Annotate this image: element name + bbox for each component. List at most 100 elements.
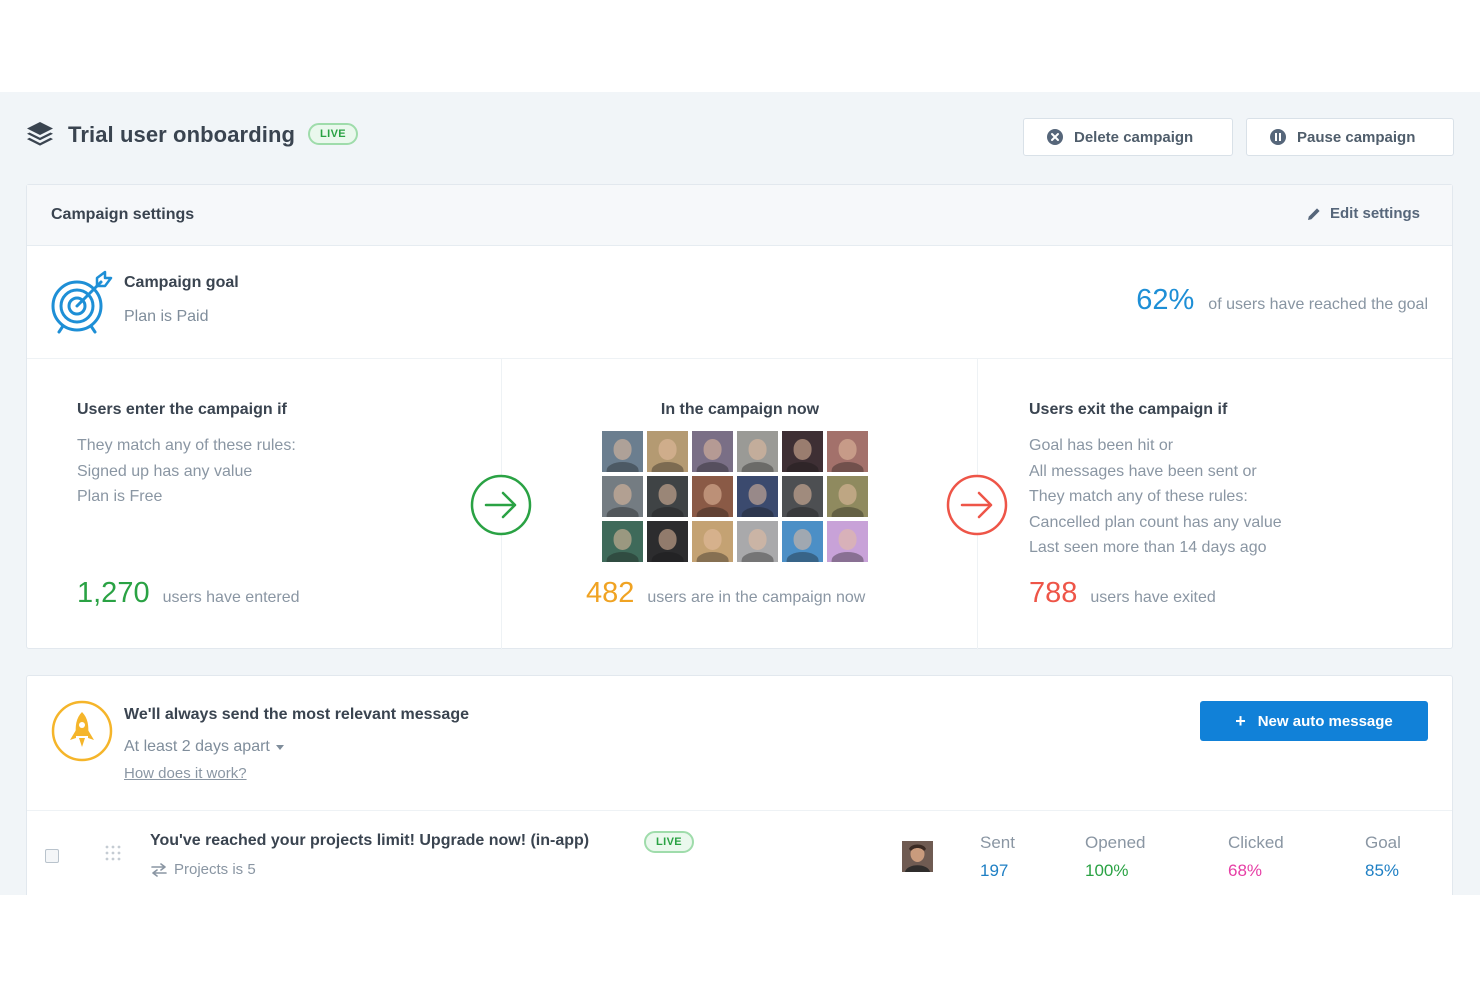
user-avatar[interactable]: [827, 521, 868, 562]
edit-settings-label: Edit settings: [1329, 205, 1420, 222]
enter-rule: They match any of these rules:: [77, 437, 296, 454]
close-circle-icon: [1047, 129, 1063, 145]
user-avatar[interactable]: [737, 521, 778, 562]
exited-text: users have exited: [1090, 589, 1216, 606]
metric-sent: Sent 197: [980, 833, 1015, 881]
metric-goal: Goal 85%: [1365, 833, 1401, 881]
campaign-goal-title: Campaign goal: [124, 274, 239, 291]
enter-rule: Plan is Free: [77, 488, 163, 505]
exit-title: Users exit the campaign if: [1029, 401, 1228, 418]
user-avatar[interactable]: [602, 476, 643, 517]
enter-title: Users enter the campaign if: [77, 401, 287, 418]
exit-rule: Cancelled plan count has any value: [1029, 513, 1282, 531]
entered-count: 1,270: [77, 577, 150, 609]
user-avatar[interactable]: [782, 431, 823, 472]
campaign-goal-row: Campaign goal Plan is Paid 62% of users …: [27, 246, 1452, 359]
pause-campaign-label: Pause campaign: [1297, 128, 1416, 146]
user-avatar[interactable]: [737, 476, 778, 517]
swap-arrows-icon: [151, 862, 167, 877]
entered-stat: 1,270 users have entered: [77, 577, 300, 610]
user-avatar[interactable]: [692, 521, 733, 562]
metric-value: 197: [980, 861, 1009, 880]
user-avatar-grid: [602, 431, 874, 562]
metric-opened: Opened 100%: [1085, 833, 1146, 881]
in-campaign-title: In the campaign now: [660, 401, 820, 418]
user-avatar[interactable]: [827, 476, 868, 517]
pause-circle-icon: [1270, 129, 1286, 145]
enter-column: Users enter the campaign if They match a…: [27, 359, 502, 650]
metric-label: Goal: [1365, 833, 1401, 852]
metric-label: Sent: [980, 833, 1015, 852]
exit-rule: They match any of these rules:: [1029, 488, 1248, 505]
delete-campaign-label: Delete campaign: [1074, 128, 1194, 146]
delete-campaign-button[interactable]: Delete campaign: [1023, 118, 1233, 156]
in-campaign-count: 482: [586, 577, 635, 609]
campaign-flow: Users enter the campaign if They match a…: [27, 359, 1452, 650]
user-avatar[interactable]: [827, 431, 868, 472]
user-avatar[interactable]: [782, 521, 823, 562]
goal-reached-text: of users have reached the goal: [1208, 296, 1428, 313]
campaign-settings-title: Campaign settings: [51, 206, 195, 223]
metric-value: 100%: [1085, 861, 1129, 880]
user-avatar[interactable]: [647, 521, 688, 562]
message-row-checkbox[interactable]: [45, 849, 59, 863]
campaign-goal-value: Plan is Paid: [124, 308, 209, 325]
enter-rule: Signed up has any value: [77, 462, 253, 480]
metric-label: Opened: [1085, 833, 1146, 852]
pause-campaign-button[interactable]: Pause campaign: [1246, 118, 1454, 156]
user-avatar[interactable]: [692, 476, 733, 517]
user-avatar[interactable]: [782, 476, 823, 517]
exit-rules: Goal has been hit or All messages have b…: [1029, 433, 1282, 561]
campaign-settings-header: Campaign settings Edit settings: [27, 185, 1452, 246]
rocket-icon: [51, 700, 113, 762]
in-campaign-column: In the campaign now 482 users are in the…: [502, 359, 978, 650]
goal-reached-stat: 62% of users have reached the goal: [1136, 284, 1428, 317]
author-avatar: [902, 841, 933, 872]
drag-handle-icon[interactable]: [104, 844, 122, 862]
exited-stat: 788 users have exited: [1029, 577, 1216, 610]
caret-down-icon: [275, 744, 284, 750]
auto-messages-title: We'll always send the most relevant mess…: [124, 706, 469, 723]
status-badge: LIVE: [308, 123, 359, 145]
plus-icon: +: [1235, 711, 1246, 731]
user-avatar[interactable]: [602, 431, 643, 472]
exit-rule: Goal has been hit or: [1029, 437, 1174, 454]
entered-text: users have entered: [162, 589, 300, 606]
exit-column: Users exit the campaign if Goal has been…: [978, 359, 1454, 650]
how-does-it-work-link[interactable]: How does it work?: [124, 765, 247, 782]
exit-rule: Last seen more than 14 days ago: [1029, 539, 1267, 556]
message-rule: Projects is 5: [150, 861, 256, 878]
user-avatar[interactable]: [692, 431, 733, 472]
auto-messages-card: We'll always send the most relevant mess…: [26, 675, 1453, 895]
goal-reached-percent: 62%: [1136, 284, 1195, 316]
user-avatar[interactable]: [647, 476, 688, 517]
in-campaign-text: users are in the campaign now: [647, 589, 866, 606]
new-auto-message-button[interactable]: + New auto message: [1200, 701, 1428, 741]
exited-count: 788: [1029, 577, 1078, 609]
user-avatar[interactable]: [647, 431, 688, 472]
user-avatar[interactable]: [602, 521, 643, 562]
metric-value: 68%: [1228, 861, 1263, 880]
campaign-settings-card: Campaign settings Edit settings Campaign…: [26, 184, 1453, 650]
target-arrow-icon: [51, 270, 113, 334]
enter-rules: They match any of these rules: Signed up…: [77, 433, 296, 510]
page-header: Trial user onboarding LIVE Delete campai…: [26, 118, 1454, 158]
send-interval-dropdown[interactable]: At least 2 days apart: [124, 738, 284, 756]
metric-clicked: Clicked 68%: [1228, 833, 1284, 881]
stack-layers-icon: [27, 122, 53, 146]
metric-label: Clicked: [1228, 833, 1284, 852]
message-title[interactable]: You've reached your projects limit! Upgr…: [150, 832, 589, 850]
page-title: Trial user onboarding: [68, 122, 296, 147]
in-campaign-stat: 482 users are in the campaign now: [586, 577, 865, 610]
edit-settings-button[interactable]: Edit settings: [1306, 205, 1420, 222]
message-row[interactable]: You've reached your projects limit! Upgr…: [27, 811, 1452, 895]
campaign-page: Trial user onboarding LIVE Delete campai…: [0, 92, 1480, 895]
message-status-badge: LIVE: [644, 831, 695, 853]
message-rule-text: Projects is 5: [174, 861, 256, 878]
metric-value: 85%: [1365, 861, 1400, 880]
user-avatar[interactable]: [737, 431, 778, 472]
new-auto-message-label: New auto message: [1257, 712, 1393, 730]
exit-rule: All messages have been sent or: [1029, 462, 1257, 480]
pencil-icon: [1307, 207, 1320, 220]
send-interval-value: At least 2 days apart: [124, 738, 270, 755]
